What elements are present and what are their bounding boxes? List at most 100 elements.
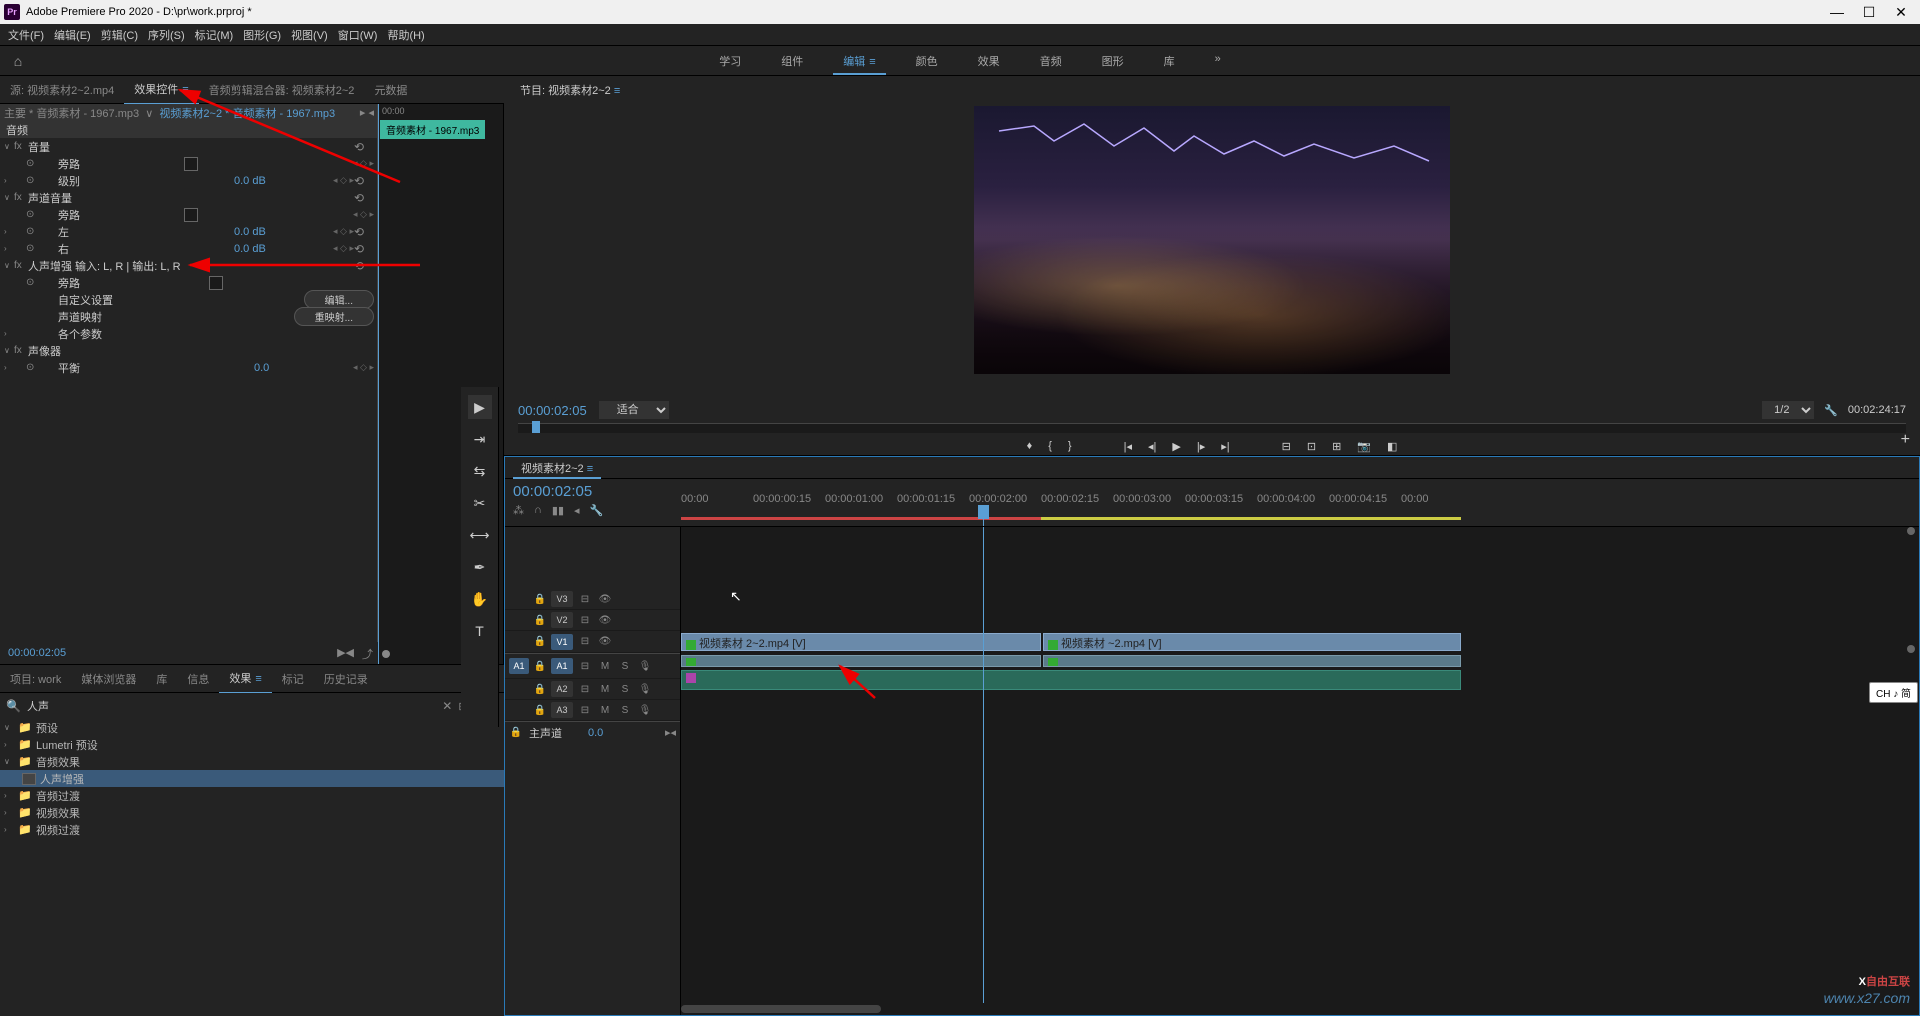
lift-icon[interactable]: ⊟ — [1282, 440, 1291, 453]
menu-window[interactable]: 窗口(W) — [334, 25, 382, 45]
workspace-effects[interactable]: 效果 — [958, 47, 1020, 75]
workspace-color[interactable]: 颜色 — [896, 47, 958, 75]
ec-channel-bypass[interactable]: ⊙ 旁路 ◂ ◇ ▸ — [0, 206, 378, 223]
workspace-libraries[interactable]: 库 — [1144, 47, 1195, 75]
tab-markers[interactable]: 标记 — [272, 665, 314, 693]
snap-icon[interactable]: ⁂ — [513, 504, 524, 517]
tree-folder-audio-trans[interactable]: ›📁音频过渡 — [0, 787, 504, 804]
timeline-h-scroll-thumb[interactable] — [681, 1005, 881, 1013]
zoom-handle-top[interactable] — [1907, 527, 1915, 535]
menu-markers[interactable]: 标记(M) — [191, 25, 238, 45]
ec-fx-voice-enhance[interactable]: ∨fx 人声增强 输入: L, R | 输出: L, R ⟲ — [0, 257, 378, 274]
effects-search-input[interactable] — [27, 700, 436, 712]
tab-audio-mixer[interactable]: 音频剪辑混合器: 视频素材2~2 — [199, 76, 365, 104]
program-scrubber[interactable] — [518, 423, 1906, 433]
tab-media-browser[interactable]: 媒体浏览器 — [71, 665, 146, 693]
razor-tool-icon[interactable]: ✂ — [468, 491, 492, 515]
workspace-assembly[interactable]: 组件 — [761, 47, 823, 75]
tree-folder-video-trans[interactable]: ›📁视频过渡 — [0, 821, 504, 838]
marker-tl-icon[interactable]: ▮▮ — [552, 504, 564, 517]
menu-edit[interactable]: 编辑(E) — [50, 25, 95, 45]
track-a1[interactable]: A1🔒 A1 ⊟MS🎙 — [505, 653, 680, 679]
goto-out-icon[interactable]: ▸| — [1221, 440, 1229, 453]
tab-effects[interactable]: 效果≡ — [219, 664, 271, 694]
extract-icon[interactable]: ⊡ — [1307, 440, 1316, 453]
clip-a2[interactable] — [681, 670, 1461, 690]
ec-channel-left[interactable]: ›⊙ 左 0.0 dB ◂ ◇ ▸ ⟲ — [0, 223, 378, 240]
wrench-tl-icon[interactable]: 🔧 — [590, 504, 604, 517]
tab-source[interactable]: 源: 视频素材2~2.mp4 — [0, 76, 124, 104]
camera-icon[interactable]: 📷 — [1357, 440, 1371, 453]
ec-fx-channel-volume[interactable]: ∨fx 声道音量 ⟲ — [0, 189, 378, 206]
step-fwd-icon[interactable]: |▸ — [1197, 440, 1205, 453]
ec-fx-volume[interactable]: ∨fx 音量 ⟲ — [0, 138, 378, 155]
remap-button[interactable]: 重映射... — [294, 307, 374, 326]
track-v1[interactable]: 🔒 V1 ⊟👁 — [505, 631, 680, 653]
track-a3[interactable]: 🔒 A3 ⊟MS🎙 — [505, 700, 680, 721]
settings-tl-icon[interactable]: ◂ — [574, 504, 580, 517]
ec-voice-params[interactable]: › 各个参数 — [0, 325, 378, 342]
timeline-h-scroll[interactable] — [681, 1003, 1919, 1015]
zoom-handle-mid[interactable] — [1907, 645, 1915, 653]
ec-volume-level[interactable]: ›⊙ 级别 0.0 dB ◂ ◇ ▸ ⟲ — [0, 172, 378, 189]
link-icon[interactable]: ∩ — [534, 504, 542, 517]
ec-fx-panner[interactable]: ∨fx 声像器 — [0, 342, 378, 359]
export-frame-icon[interactable]: ⊞ — [1332, 440, 1341, 453]
tree-folder-presets[interactable]: ∨📁预设 — [0, 719, 504, 736]
goto-in-icon[interactable]: |◂ — [1124, 440, 1132, 453]
tab-effect-controls[interactable]: 效果控件≡ — [124, 75, 198, 105]
ec-timecode[interactable]: 00:00:02:05 — [0, 642, 378, 664]
track-select-tool-icon[interactable]: ⇥ — [468, 427, 492, 451]
bypass-checkbox[interactable] — [209, 276, 223, 290]
track-a2[interactable]: 🔒 A2 ⊟MS🎙 — [505, 679, 680, 700]
ec-icon-1[interactable]: ▶◀ — [337, 646, 354, 662]
bypass-checkbox[interactable] — [184, 208, 198, 222]
tab-libraries[interactable]: 库 — [146, 665, 177, 693]
ec-voice-bypass[interactable]: ⊙ 旁路 — [0, 274, 378, 291]
compare-icon[interactable]: ◧ — [1387, 440, 1397, 453]
timeline-ruler[interactable]: 00:00 00:00:00:15 00:00:01:00 00:00:01:1… — [681, 479, 1919, 526]
tree-folder-audio-fx[interactable]: ∨📁音频效果 — [0, 753, 504, 770]
bypass-checkbox[interactable] — [184, 157, 198, 171]
workspace-overflow[interactable]: » — [1195, 47, 1241, 75]
workspace-audio[interactable]: 音频 — [1020, 47, 1082, 75]
tab-history[interactable]: 历史记录 — [314, 665, 378, 693]
type-tool-icon[interactable]: T — [468, 619, 492, 643]
tab-project[interactable]: 项目: work — [0, 665, 71, 693]
ec-channel-right[interactable]: ›⊙ 右 0.0 dB ◂ ◇ ▸ ⟲ — [0, 240, 378, 257]
marker-icon[interactable]: ♦ — [1027, 440, 1033, 452]
tree-folder-lumetri[interactable]: ›📁Lumetri 预设 — [0, 736, 504, 753]
close-button[interactable]: ✕ — [1886, 2, 1916, 22]
tab-metadata[interactable]: 元数据 — [364, 76, 417, 104]
step-back-icon[interactable]: ◂| — [1148, 440, 1156, 453]
ec-voice-channel-map[interactable]: 声道映射 重映射... — [0, 308, 378, 325]
search-clear-icon[interactable]: ✕ — [442, 699, 452, 713]
menu-help[interactable]: 帮助(H) — [383, 25, 428, 45]
ec-icon-2[interactable]: ⤴ — [362, 646, 373, 662]
timeline-timecode[interactable]: 00:00:02:05 — [513, 483, 673, 500]
program-tab[interactable]: 节目: 视频素材2~2 ≡ — [512, 78, 628, 102]
program-fit-select[interactable]: 适合 — [599, 401, 669, 419]
program-timecode[interactable]: 00:00:02:05 — [518, 403, 587, 418]
tab-info[interactable]: 信息 — [177, 665, 219, 693]
tree-effect-voice-enhance[interactable]: 人声增强 — [0, 770, 504, 787]
timeline-sequence-tab[interactable]: 视频素材2~2 ≡ — [513, 458, 601, 478]
hand-tool-icon[interactable]: ✋ — [468, 587, 492, 611]
ec-voice-custom[interactable]: 自定义设置 编辑... — [0, 291, 378, 308]
menu-sequence[interactable]: 序列(S) — [144, 25, 189, 45]
ec-panner-balance[interactable]: ›⊙ 平衡 0.0 ◂ ◇ ▸ — [0, 359, 378, 376]
track-master[interactable]: 🔒 主声道 0.0 ▸◂ — [505, 721, 680, 743]
selection-tool-icon[interactable]: ▶ — [468, 395, 492, 419]
minimize-button[interactable]: — — [1822, 2, 1852, 22]
menu-file[interactable]: 文件(F) — [4, 25, 48, 45]
slip-tool-icon[interactable]: ⟷ — [468, 523, 492, 547]
ec-zoom-handle[interactable] — [382, 650, 390, 658]
workspace-graphics[interactable]: 图形 — [1082, 47, 1144, 75]
pen-tool-icon[interactable]: ✒ — [468, 555, 492, 579]
menu-graphics[interactable]: 图形(G) — [239, 25, 285, 45]
ripple-tool-icon[interactable]: ⇆ — [468, 459, 492, 483]
effects-tree[interactable]: ∨📁预设 ›📁Lumetri 预设 ∨📁音频效果 人声增强 ›📁音频过渡 ›📁视… — [0, 719, 504, 1016]
out-point-icon[interactable]: } — [1068, 440, 1072, 452]
program-scale-select[interactable]: 1/2 — [1762, 401, 1814, 419]
wrench-icon[interactable]: 🔧 — [1824, 404, 1838, 417]
